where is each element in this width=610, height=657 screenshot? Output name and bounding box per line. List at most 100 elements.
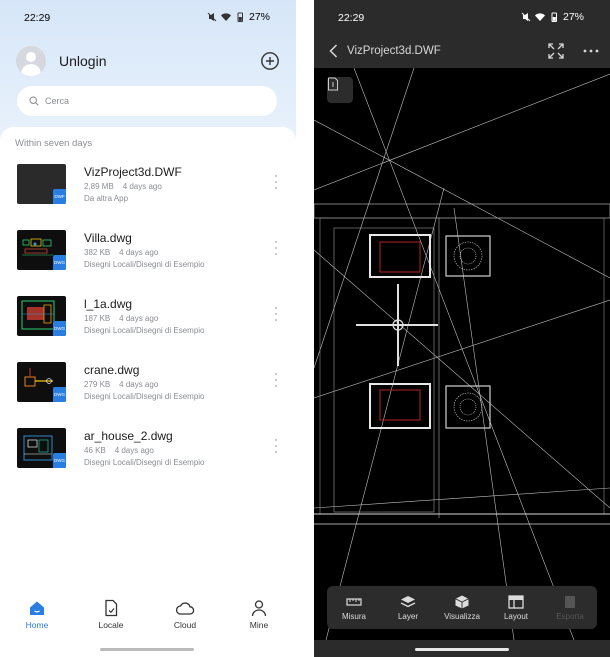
export-icon [565,596,575,608]
tool-label: Layout [503,612,529,621]
file-type-badge: DWG [53,387,66,402]
battery-percent: 27% [248,11,270,23]
file-date: 4 days ago [119,380,159,389]
file-row[interactable]: DWG crane.dwg 279 KB 4 days ago Disegni … [0,359,296,419]
more-options-icon[interactable] [274,439,278,453]
nav-label: Locale [98,620,124,630]
file-size: 279 KB [84,380,111,389]
mute-icon [521,12,531,22]
file-thumbnail: DWG [17,296,66,336]
nav-locale[interactable]: Locale [74,591,148,641]
tool-misura[interactable]: Misura [327,586,381,629]
cad-drawing [314,68,610,640]
wifi-icon [220,13,231,21]
home-icon [30,601,44,615]
file-row[interactable]: DWG l_1a.dwg 187 KB 4 days ago Disegni L… [0,293,296,353]
more-options-icon[interactable] [274,175,278,189]
file-size: 46 KB [84,446,106,455]
battery-icon [237,12,243,22]
viewer-header: VizProject3d.DWF [314,34,610,68]
file-row[interactable]: DWG ar_house_2.dwg 46 KB 4 days ago Dise… [0,425,296,485]
file-size: 2,89 MB [84,182,114,191]
file-thumbnail: DWG [17,230,66,270]
nav-home[interactable]: Home [0,591,74,641]
more-options-icon[interactable] [274,373,278,387]
file-type-badge: DWG [53,321,66,336]
file-meta: 187 KB 4 days ago [84,314,158,323]
file-thumbnail: DWG [17,428,66,468]
tool-label: Layer [397,612,418,621]
more-menu-icon[interactable] [582,42,600,60]
file-name: l_1a.dwg [84,297,133,311]
file-path: Disegni Locali/Disegni di Esempio [84,326,205,335]
search-input[interactable] [45,96,245,106]
tool-visualizza[interactable]: Visualizza [435,586,489,629]
file-meta: 2,89 MB 4 days ago [84,182,162,191]
bottom-navigation: Home Locale Cloud Mine [0,591,296,641]
file-meta: 382 KB 4 days ago [84,248,158,257]
battery-icon [551,12,557,22]
section-title: Within seven days [15,138,93,149]
username[interactable]: Unlogin [59,53,260,69]
status-bar: 22:29 27% [0,0,296,34]
page-button[interactable] [327,77,353,103]
file-path: Da altra App [84,194,129,203]
file-date: 4 days ago [119,314,159,323]
tool-layout[interactable]: Layout [489,586,543,629]
drawing-viewer-screen: 22:29 27% VizProject3d.DWF Misura Layer … [314,0,610,657]
add-circle-icon[interactable] [260,51,280,71]
status-bar: 22:29 27% [314,0,610,34]
file-path: Disegni Locali/Disegni di Esempio [84,392,205,401]
file-type-badge: DWG [53,255,66,270]
user-icon [251,600,267,617]
tool-layer[interactable]: Layer [381,586,435,629]
file-name: ar_house_2.dwg [84,429,173,443]
back-arrow-icon[interactable] [324,41,344,61]
file-meta: 279 KB 4 days ago [84,380,158,389]
page-icon [328,77,338,91]
nav-label: Mine [249,620,269,630]
avatar[interactable] [16,46,46,76]
file-manager-screen: 22:29 27% Unlogin Within seven days DWF … [0,0,296,657]
nav-cloud[interactable]: Cloud [148,591,222,641]
tool-label: Esporta [556,612,584,621]
home-indicator[interactable] [415,648,509,651]
file-name: crane.dwg [84,363,140,377]
mute-icon [207,12,217,22]
file-size: 382 KB [84,248,111,257]
search-bar[interactable] [17,86,277,116]
recent-files-sheet: Within seven days DWF VizProject3d.DWF 2… [0,127,296,657]
document-title: VizProject3d.DWF [347,45,441,57]
file-path: Disegni Locali/Disegni di Esempio [84,458,205,467]
tool-esporta[interactable]: Esporta [543,586,597,629]
status-time: 22:29 [338,12,365,24]
tool-label: Visualizza [444,612,480,621]
cloud-icon [175,602,195,615]
viewer-toolbar: Misura Layer Visualizza Layout Esporta [327,586,597,629]
file-size: 187 KB [84,314,111,323]
fullscreen-icon[interactable] [547,42,565,60]
file-date: 4 days ago [114,446,154,455]
ruler-icon [346,598,362,606]
battery-percent: 27% [562,11,584,23]
search-icon [29,96,39,106]
file-row[interactable]: DWG Villa.dwg 382 KB 4 days ago Disegni … [0,227,296,287]
layers-icon [400,596,416,608]
file-date: 4 days ago [119,248,159,257]
wifi-icon [534,13,545,21]
status-time: 22:29 [24,12,51,24]
file-path: Disegni Locali/Disegni di Esempio [84,260,205,269]
nav-label: Home [25,620,49,630]
file-icon [105,599,118,617]
home-indicator[interactable] [100,648,194,651]
drawing-canvas[interactable] [314,68,610,640]
more-options-icon[interactable] [274,307,278,321]
more-options-icon[interactable] [274,241,278,255]
file-thumbnail: DWF [17,164,66,204]
nav-mine[interactable]: Mine [222,591,296,641]
file-meta: 46 KB 4 days ago [84,446,154,455]
file-name: Villa.dwg [84,231,132,245]
file-row[interactable]: DWF VizProject3d.DWF 2,89 MB 4 days ago … [0,161,296,221]
cube-icon [455,595,469,609]
file-type-badge: DWF [53,189,66,204]
